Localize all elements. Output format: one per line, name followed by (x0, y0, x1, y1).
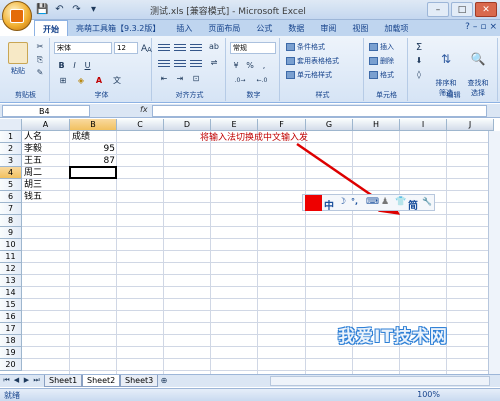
insert-sheet-icon[interactable]: ⊕ (158, 376, 170, 386)
ime-logo-icon (305, 195, 322, 211)
wrench-icon[interactable]: 🔧 (422, 197, 432, 206)
sheet-tab-1[interactable]: Sheet1 (44, 375, 83, 387)
moon-icon[interactable]: ☽ (338, 197, 346, 207)
next-sheet-icon[interactable]: ▶ (22, 376, 31, 385)
last-sheet-icon[interactable]: ⏭ (32, 376, 41, 385)
sheet-tab-3[interactable]: Sheet3 (120, 375, 159, 387)
sheet-tab-bar: ⏮ ◀ ▶ ⏭ Sheet1 Sheet2 Sheet3 ⊕ (0, 374, 500, 387)
ime-toolbar[interactable]: 中 ☽ °, ⌨ ♟ 👕 简 🔧 (302, 194, 435, 212)
sheet-tab-2[interactable]: Sheet2 (82, 375, 121, 387)
punctuation-icon[interactable]: °, (351, 197, 358, 206)
keyboard-icon[interactable]: ⌨ (366, 197, 379, 207)
skin-icon[interactable]: ♟ (381, 197, 389, 207)
horizontal-scrollbar[interactable] (270, 376, 490, 386)
zoom-level[interactable]: 100% (417, 390, 440, 399)
simplified-chinese-icon[interactable]: 简 (408, 197, 418, 212)
ime-chinese-mode[interactable]: 中 (324, 197, 334, 212)
watermark-logo: 我爱IT技术网 (338, 327, 448, 347)
status-ready: 就绪 (4, 391, 20, 400)
office-logo-icon (10, 9, 24, 23)
sheet-nav: ⏮ ◀ ▶ ⏭ (2, 376, 41, 385)
first-sheet-icon[interactable]: ⏮ (2, 376, 11, 385)
status-bar: 就绪 100% (0, 388, 500, 401)
prev-sheet-icon[interactable]: ◀ (12, 376, 21, 385)
shirt-icon[interactable]: 👕 (395, 197, 406, 207)
office-button[interactable] (2, 1, 32, 31)
